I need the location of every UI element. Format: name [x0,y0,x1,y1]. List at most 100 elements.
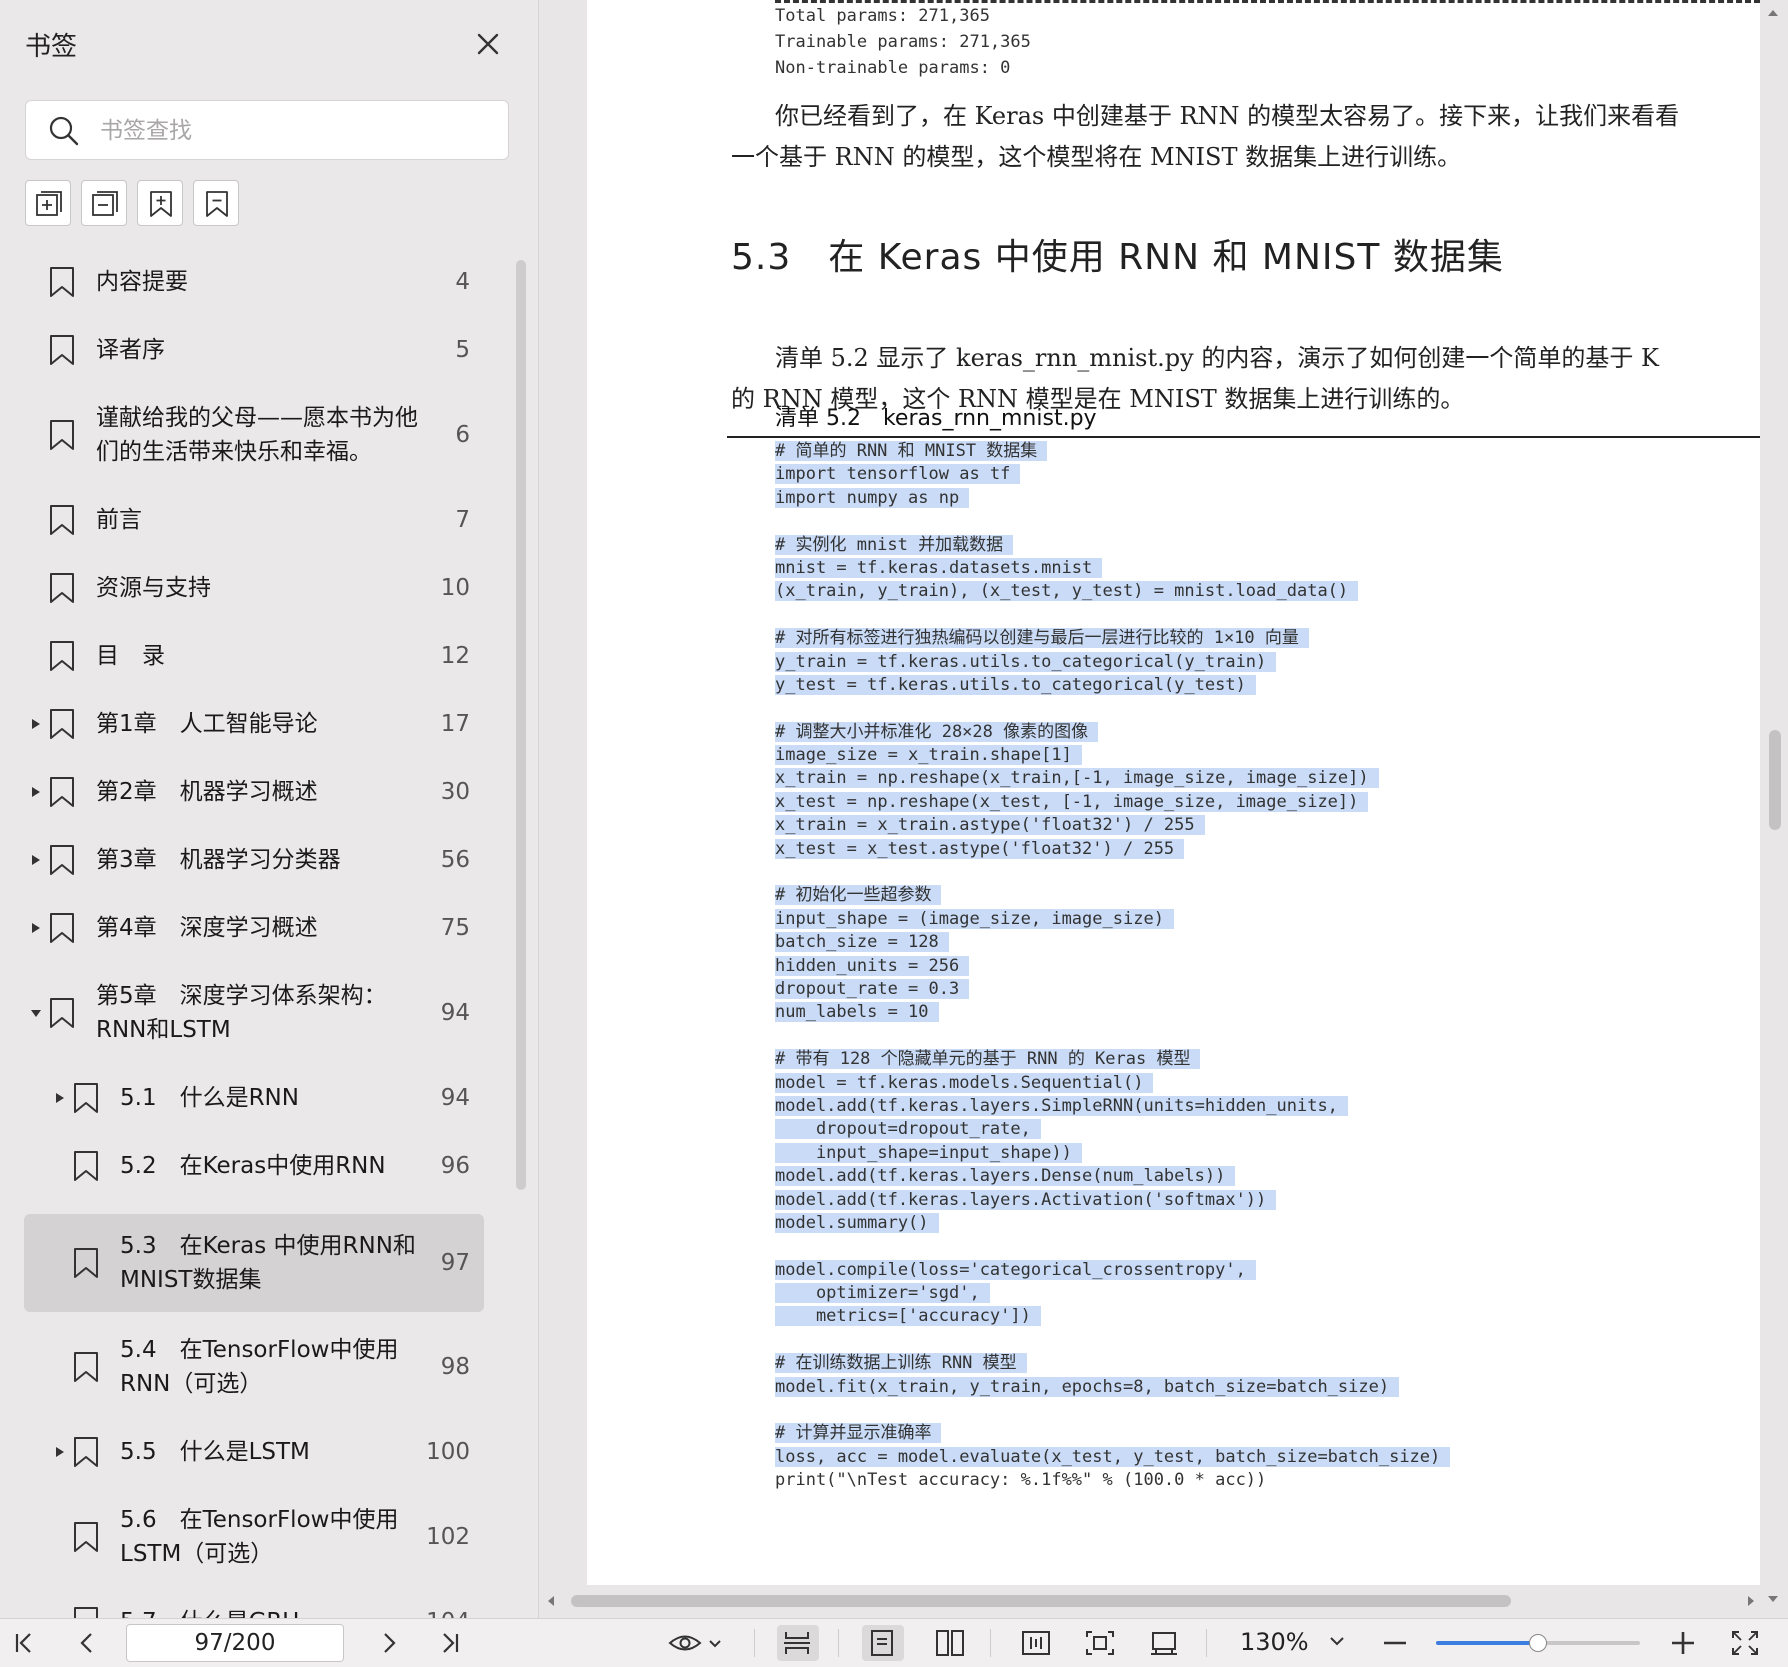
bookmark-icon [74,1522,98,1552]
bookmark-item[interactable]: 译者序 5 [24,316,484,384]
code-line: model.fit(x_train, y_train, epochs=8, ba… [775,1376,1450,1399]
code-line: # 在训练数据上训练 RNN 模型 [775,1352,1450,1375]
code-line-text: x_test = x_test.astype('float32') / 255 [775,838,1185,859]
view-mode-dropdown[interactable] [664,1625,728,1661]
caret-right-icon[interactable] [30,785,42,799]
code-line: image_size = x_train.shape[1] [775,744,1450,767]
bookmark-item[interactable]: 5.6 在TensorFlow中使用LSTM（可选） 102 [24,1486,484,1588]
code-line: # 带有 128 个隐藏单元的基于 RNN 的 Keras 模型 [775,1048,1450,1071]
bookmark-icon [74,1352,98,1382]
code-line: x_train = np.reshape(x_train,[-1, image_… [775,767,1450,790]
bookmark-item[interactable]: 5.3 在Keras 中使用RNN和MNIST数据集 97 [24,1214,484,1312]
code-line-text: # 带有 128 个隐藏单元的基于 RNN 的 Keras 模型 [775,1049,1201,1070]
bookmark-item[interactable]: 5.4 在TensorFlow中使用RNN（可选） 98 [24,1316,484,1418]
bookmark-item[interactable]: 第3章 机器学习分类器 56 [24,826,484,894]
code-line: optimizer='sgd', [775,1282,1450,1305]
scroll-up-arrow-icon[interactable] [1762,2,1784,22]
two-page-button[interactable] [930,1625,968,1661]
last-page-icon [443,1633,459,1653]
caret-right-icon[interactable] [54,1091,66,1105]
zoom-slider[interactable] [1436,1634,1640,1652]
last-page-button[interactable] [432,1625,470,1661]
zoom-out-button[interactable] [1376,1625,1414,1661]
bookmark-label: 5.4 在TensorFlow中使用RNN（可选） [120,1337,399,1397]
horizontal-scrollbar[interactable] [548,1590,1766,1612]
continuous-scroll-button[interactable] [777,1625,819,1661]
add-bookmark-button[interactable] [137,180,183,226]
bookmark-icon [50,505,74,535]
code-line-text: model.fit(x_train, y_train, epochs=8, ba… [775,1376,1400,1397]
horizontal-scroll-thumb[interactable] [571,1595,1511,1607]
code-line: model.add(tf.keras.layers.SimpleRNN(unit… [775,1095,1450,1118]
bookmark-label: 5.3 在Keras 中使用RNN和MNIST数据集 [120,1233,416,1293]
remove-bookmark-button[interactable] [193,180,239,226]
rotate-button[interactable] [1144,1625,1182,1661]
code-line-text: dropout=dropout_rate, [775,1119,1041,1140]
bookmark-icon [74,1151,98,1181]
code-line-text: input_shape = (image_size, image_size) [775,908,1174,929]
fit-page-button[interactable] [1080,1625,1118,1661]
caret-down-icon[interactable] [30,1006,42,1020]
bookmark-item[interactable]: 5.5 什么是LSTM 100 [24,1418,484,1486]
bookmark-item[interactable]: 谨献给我的父母——愿本书为他们的生活带来快乐和幸福。 6 [24,384,484,486]
page-number-input[interactable] [126,1624,344,1662]
first-page-icon [15,1633,31,1653]
first-page-button[interactable] [4,1625,42,1661]
code-line-text: # 计算并显示准确率 [775,1423,942,1444]
code-line-text: model.summary() [775,1212,939,1233]
bookmark-item[interactable]: 5.7 什么是GRU104 [24,1588,484,1618]
caret-right-icon[interactable] [30,921,42,935]
expand-all-button[interactable] [25,180,71,226]
bookmark-page-number: 75 [440,915,470,941]
code-line-text: y_train = tf.keras.utils.to_categorical(… [775,651,1277,672]
bookmark-item[interactable]: 目 录 12 [24,622,484,690]
caret-right-icon[interactable] [30,717,42,731]
bookmark-label: 5.6 在TensorFlow中使用LSTM（可选） [120,1507,399,1567]
code-line: y_train = tf.keras.utils.to_categorical(… [775,651,1450,674]
bookmark-label: 第1章 人工智能导论 [96,711,318,737]
trainable-params-line: Trainable params: 271,365 [775,32,1031,52]
bookmark-item[interactable]: 第1章 人工智能导论 17 [24,690,484,758]
bookmark-icon [50,641,74,671]
close-sidebar-button[interactable] [470,26,506,62]
chevron-down-icon [709,1640,721,1648]
vertical-scroll-thumb[interactable] [1769,730,1781,830]
toolbar-separator [1206,1629,1207,1657]
caret-right-icon[interactable] [30,853,42,867]
sidebar-scrollbar[interactable] [516,260,526,1190]
fit-width-button[interactable] [1016,1625,1054,1661]
bookmark-label: 5.1 什么是RNN [120,1085,299,1111]
bookmark-item[interactable]: 第2章 机器学习概述 30 [24,758,484,826]
code-line-text: print("\nTest accuracy: %.1f%%" % (100.0… [775,1470,1267,1491]
fullscreen-button[interactable] [1726,1625,1764,1661]
bookmark-item[interactable]: 内容提要 4 [24,248,484,316]
next-page-button[interactable] [370,1625,408,1661]
bookmark-item[interactable]: 5.2 在Keras中使用RNN 96 [24,1132,484,1200]
single-page-button[interactable] [862,1625,904,1661]
sidebar-title: 书签 [25,32,78,62]
zoom-dropdown-button[interactable] [1324,1625,1352,1661]
bookmark-item[interactable]: 5.1 什么是RNN 94 [24,1064,484,1132]
code-line-text: # 简单的 RNN 和 MNIST 数据集 [775,441,1048,461]
previous-page-button[interactable] [68,1625,106,1661]
bookmark-item[interactable]: 前言 7 [24,486,484,554]
zoom-in-button[interactable] [1664,1625,1702,1661]
vertical-scrollbar[interactable] [1762,0,1784,1602]
zoom-slider-handle[interactable] [1529,1634,1547,1652]
bookmark-search-box[interactable] [25,100,509,160]
zoom-slider-fill [1436,1641,1538,1645]
code-line: print("\nTest accuracy: %.1f%%" % (100.0… [775,1469,1450,1492]
caret-right-icon[interactable] [54,1445,66,1459]
bookmark-item[interactable]: 第4章 深度学习概述 75 [24,894,484,962]
zoom-level[interactable]: 130% [1240,1628,1309,1656]
bookmark-item[interactable]: 第5章 深度学习体系架构：RNN和LSTM 94 [24,962,484,1064]
scroll-left-arrow-icon[interactable] [541,1590,561,1612]
bookmark-search-input[interactable] [98,111,492,151]
collapse-all-button[interactable] [81,180,127,226]
code-line: y_test = tf.keras.utils.to_categorical(y… [775,674,1450,697]
scroll-right-arrow-icon[interactable] [1741,1590,1761,1612]
bookmark-item[interactable]: 资源与支持 10 [24,554,484,622]
bookmark-label: 第3章 机器学习分类器 [96,847,341,873]
